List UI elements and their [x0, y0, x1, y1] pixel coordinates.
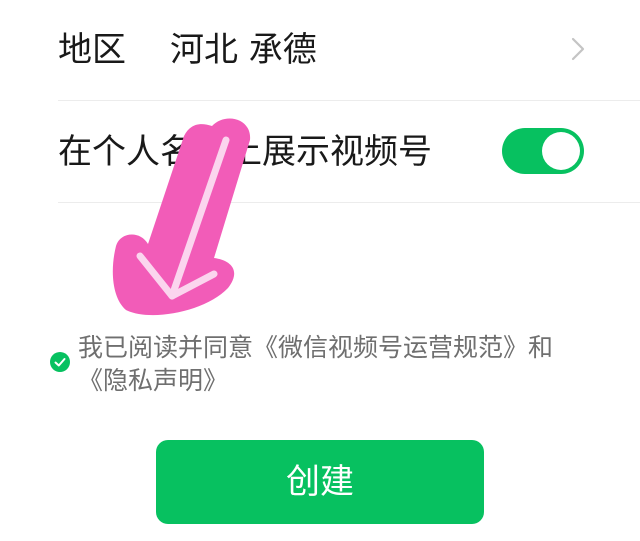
- profile-toggle-label: 在个人名片上展示视频号: [58, 132, 432, 172]
- divider: [58, 202, 640, 203]
- agreement-text[interactable]: 我已阅读并同意《微信视频号运营规范》和《隐私声明》: [78, 331, 598, 397]
- create-button[interactable]: 创建: [156, 440, 484, 524]
- toggle-knob: [542, 132, 580, 170]
- region-row[interactable]: 地区 河北 承德: [0, 0, 640, 100]
- agreement-checkbox[interactable]: [50, 352, 70, 372]
- chevron-right-icon: [571, 37, 585, 61]
- region-label: 地区: [58, 30, 126, 70]
- profile-toggle-switch[interactable]: [502, 128, 584, 174]
- checkmark-icon: [54, 358, 66, 367]
- region-value: 河北 承德: [170, 30, 317, 70]
